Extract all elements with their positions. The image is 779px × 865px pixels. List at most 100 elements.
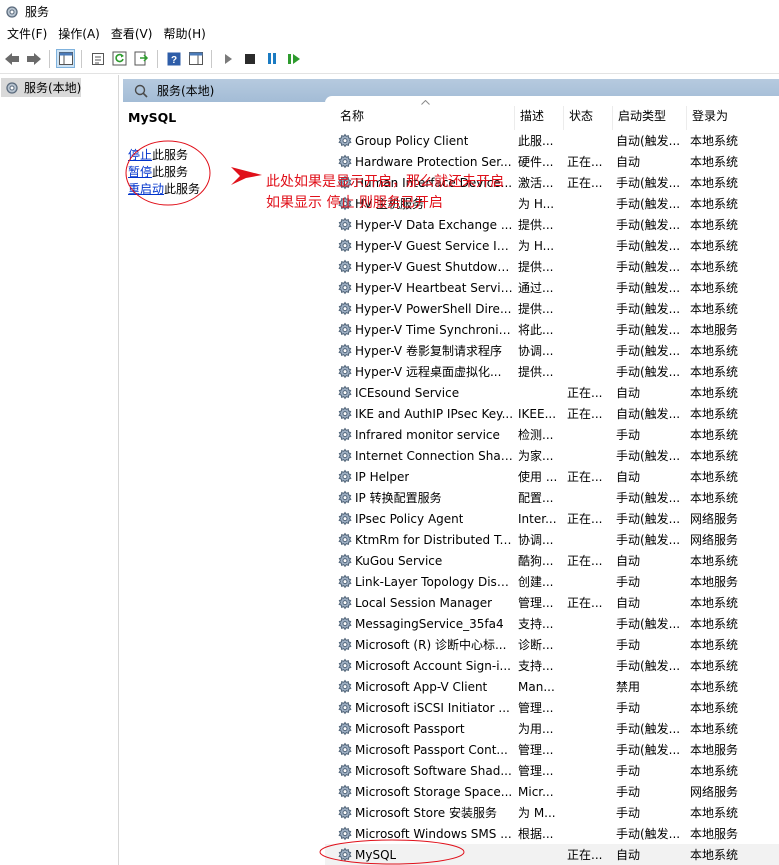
table-row[interactable]: Microsoft iSCSI Initiator ... 管理... 手动 本地系统 xyxy=(325,697,779,718)
table-row[interactable]: Microsoft (R) 诊断中心标... 诊断... 手动 本地系统 xyxy=(325,634,779,655)
table-row[interactable]: IPsec Policy Agent Inter... 正在... 手动(触发... 网… xyxy=(325,508,779,529)
action-pane-button[interactable] xyxy=(186,49,205,68)
cell-name: Group Policy Client xyxy=(325,133,514,149)
table-row[interactable]: Hyper-V 远程桌面虚拟化... 提供... 手动(触发... 本地系统 xyxy=(325,361,779,382)
restart-service-button[interactable] xyxy=(284,49,303,68)
table-row[interactable]: Hyper-V Guest Service In... 为 H... 手动(触发..… xyxy=(325,235,779,256)
cell-logon: 本地系统 xyxy=(690,596,739,610)
cell-name: Hardware Protection Ser... xyxy=(325,154,514,170)
cell-logon: 本地系统 xyxy=(690,281,739,295)
cell-startup: 手动 xyxy=(616,575,641,589)
column-header-status[interactable]: 状态 xyxy=(563,106,612,130)
table-row[interactable]: Microsoft Account Sign-i... 支持... 手动(触发...… xyxy=(325,655,779,676)
action-suffix: 此服务 xyxy=(152,148,189,162)
properties-button[interactable] xyxy=(88,49,107,68)
cell-logon: 本地系统 xyxy=(690,365,739,379)
table-row[interactable]: Microsoft Passport 为用... 手动(触发... 本地系统 xyxy=(325,718,779,739)
table-row[interactable]: Hyper-V Heartbeat Service 通过... 手动(触发... 本地… xyxy=(325,277,779,298)
annotation-note-line2: 如果显示 停止 则服务已开启 xyxy=(266,195,443,211)
table-row[interactable]: Microsoft App-V Client Man... 禁用 本地系统 xyxy=(325,676,779,697)
table-row[interactable]: IP Helper 使用 ... 正在... 自动 本地系统 xyxy=(325,466,779,487)
service-gear-icon xyxy=(338,280,352,294)
table-row[interactable]: ICEsound Service 正在... 自动 本地系统 xyxy=(325,382,779,403)
table-row[interactable]: Microsoft Store 安装服务 为 M... 手动 本地系统 xyxy=(325,802,779,823)
table-row[interactable]: Microsoft Passport Cont... 管理... 手动(触发... 本… xyxy=(325,739,779,760)
table-row[interactable]: Local Session Manager 管理... 正在... 自动 本地系统 xyxy=(325,592,779,613)
table-row[interactable]: MySQL 正在... 自动 本地系统 xyxy=(325,844,779,865)
table-row[interactable]: Internet Connection Shari... 为家... 手动(触发..… xyxy=(325,445,779,466)
content-header-title: 服务(本地) xyxy=(157,84,215,98)
table-row[interactable]: IKE and AuthIP IPsec Key... IKEE... 正在... 自… xyxy=(325,403,779,424)
menu-help[interactable]: 帮助(H) xyxy=(160,25,213,42)
table-row[interactable]: Hyper-V Guest Shutdown... 提供... 手动(触发... 本地… xyxy=(325,256,779,277)
tree-item-services-local[interactable]: 服务(本地) xyxy=(1,78,81,97)
table-row[interactable]: IP 转换配置服务 配置... 手动(触发... 本地系统 xyxy=(325,487,779,508)
export-list-button[interactable] xyxy=(132,49,151,68)
title-bar: 服务 xyxy=(0,0,779,23)
table-row[interactable]: Infrared monitor service 检测... 手动 本地系统 xyxy=(325,424,779,445)
pause-service-button[interactable] xyxy=(262,49,281,68)
cell-logon: 本地系统 xyxy=(690,239,739,253)
service-name: Hyper-V Guest Service In... xyxy=(355,238,514,253)
refresh-button[interactable] xyxy=(110,49,129,68)
forward-button[interactable] xyxy=(24,49,43,68)
table-row[interactable]: Hardware Protection Ser... 硬件... 正在... 自动 本地… xyxy=(325,151,779,172)
menu-file[interactable]: 文件(F) xyxy=(4,25,55,42)
column-header-logon[interactable]: 登录为 xyxy=(686,106,779,130)
service-name: Internet Connection Shari... xyxy=(355,448,514,463)
cell-startup: 手动 xyxy=(616,638,641,652)
cell-name: KuGou Service xyxy=(325,553,514,569)
cell-desc: 管理... xyxy=(518,764,554,778)
service-gear-icon xyxy=(338,721,352,735)
column-header-desc[interactable]: 描述 xyxy=(514,106,563,130)
cell-logon: 本地服务 xyxy=(690,575,739,589)
table-row[interactable]: Link-Layer Topology Disc... 创建... 手动 本地服务 xyxy=(325,571,779,592)
stop-service-link[interactable]: 停止 xyxy=(128,148,152,162)
cell-logon: 本地系统 xyxy=(690,659,739,673)
back-button[interactable] xyxy=(2,49,21,68)
service-name: Local Session Manager xyxy=(355,595,493,610)
restart-service-link[interactable]: 重启动 xyxy=(128,182,164,196)
cell-desc: 协调... xyxy=(518,533,554,547)
cell-name: Local Session Manager xyxy=(325,595,514,611)
table-row[interactable]: Group Policy Client 此服... 自动(触发... 本地系统 xyxy=(325,130,779,151)
table-row[interactable]: MessagingService_35fa4 支持... 手动(触发... 本地系统 xyxy=(325,613,779,634)
start-service-button[interactable] xyxy=(218,49,237,68)
table-row[interactable]: KtmRm for Distributed Tr... 协调... 手动(触发...… xyxy=(325,529,779,550)
table-row[interactable]: Microsoft Storage Space... Micr... 手动 网络服务 xyxy=(325,781,779,802)
cell-startup: 自动 xyxy=(616,386,641,400)
table-row[interactable]: Hyper-V Time Synchroniz... 将此... 手动(触发... 本… xyxy=(325,319,779,340)
cell-name: Microsoft (R) 诊断中心标... xyxy=(325,636,514,653)
table-row[interactable]: Hyper-V PowerShell Dire... 提供... 手动(触发... 本… xyxy=(325,298,779,319)
menu-view[interactable]: 查看(V) xyxy=(108,25,161,42)
cell-desc: 管理... xyxy=(518,701,554,715)
show-console-tree-button[interactable] xyxy=(56,49,75,68)
cell-startup: 自动(触发... xyxy=(616,407,681,421)
cell-desc: 为 M... xyxy=(518,806,556,820)
console-tree: 服务(本地) xyxy=(0,75,119,865)
column-header-startup[interactable]: 启动类型 xyxy=(612,106,686,130)
column-header-name[interactable]: 名称 xyxy=(335,106,514,130)
service-name: Hyper-V Heartbeat Service xyxy=(355,280,514,295)
cell-desc: 提供... xyxy=(518,218,554,232)
service-gear-icon xyxy=(338,511,352,525)
stop-service-button[interactable] xyxy=(240,49,259,68)
table-row[interactable]: Hyper-V 卷影复制请求程序 协调... 手动(触发... 本地系统 xyxy=(325,340,779,361)
services-gear-icon xyxy=(6,81,18,94)
table-row[interactable]: Hyper-V Data Exchange ... 提供... 手动(触发... 本地… xyxy=(325,214,779,235)
cell-name: Hyper-V PowerShell Dire... xyxy=(325,301,514,317)
table-row[interactable]: KuGou Service 酷狗... 正在... 自动 本地系统 xyxy=(325,550,779,571)
service-gear-icon xyxy=(338,259,352,273)
service-name: Microsoft App-V Client xyxy=(355,679,488,694)
help-button[interactable]: ? xyxy=(164,49,183,68)
service-name: Microsoft iSCSI Initiator ... xyxy=(355,700,510,715)
cell-logon: 本地系统 xyxy=(690,260,739,274)
menu-action[interactable]: 操作(A) xyxy=(55,25,108,42)
play-icon xyxy=(224,53,232,64)
pause-service-link[interactable]: 暂停 xyxy=(128,165,152,179)
cell-startup: 手动(触发... xyxy=(616,218,681,232)
table-row[interactable]: Microsoft Windows SMS ... 根据... 手动(触发... 本地… xyxy=(325,823,779,844)
cell-desc: IKEE... xyxy=(518,406,557,421)
table-row[interactable]: Microsoft Software Shad... 管理... 手动 本地系统 xyxy=(325,760,779,781)
service-name: Hyper-V PowerShell Dire... xyxy=(355,301,512,316)
